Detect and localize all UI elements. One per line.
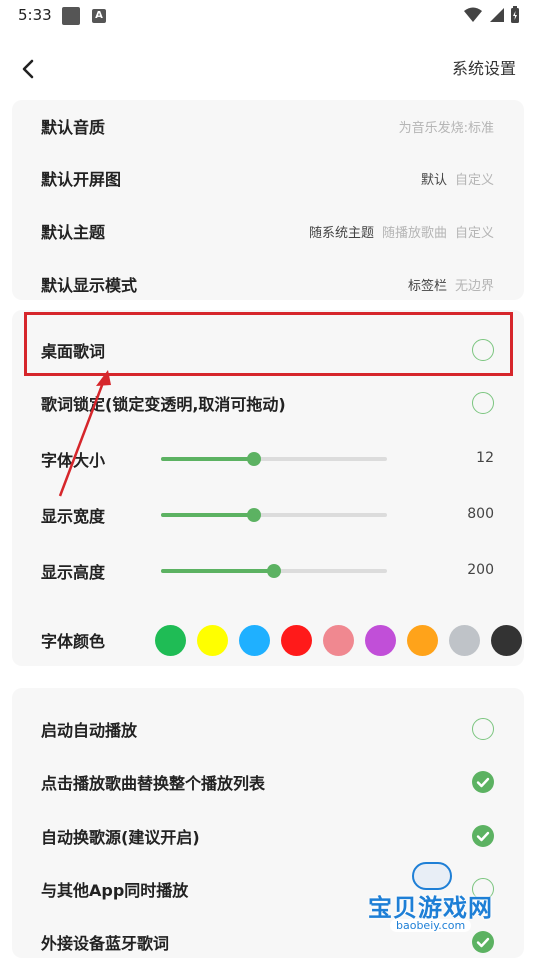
watermark-title: 宝贝游戏网 <box>368 894 493 922</box>
watermark-logo: 宝贝游戏网 baobeiy.com <box>360 858 520 938</box>
watermark-url: baobeiy.com <box>390 919 472 932</box>
gamepad-icon <box>412 862 452 890</box>
annotation-arrow <box>58 370 111 497</box>
